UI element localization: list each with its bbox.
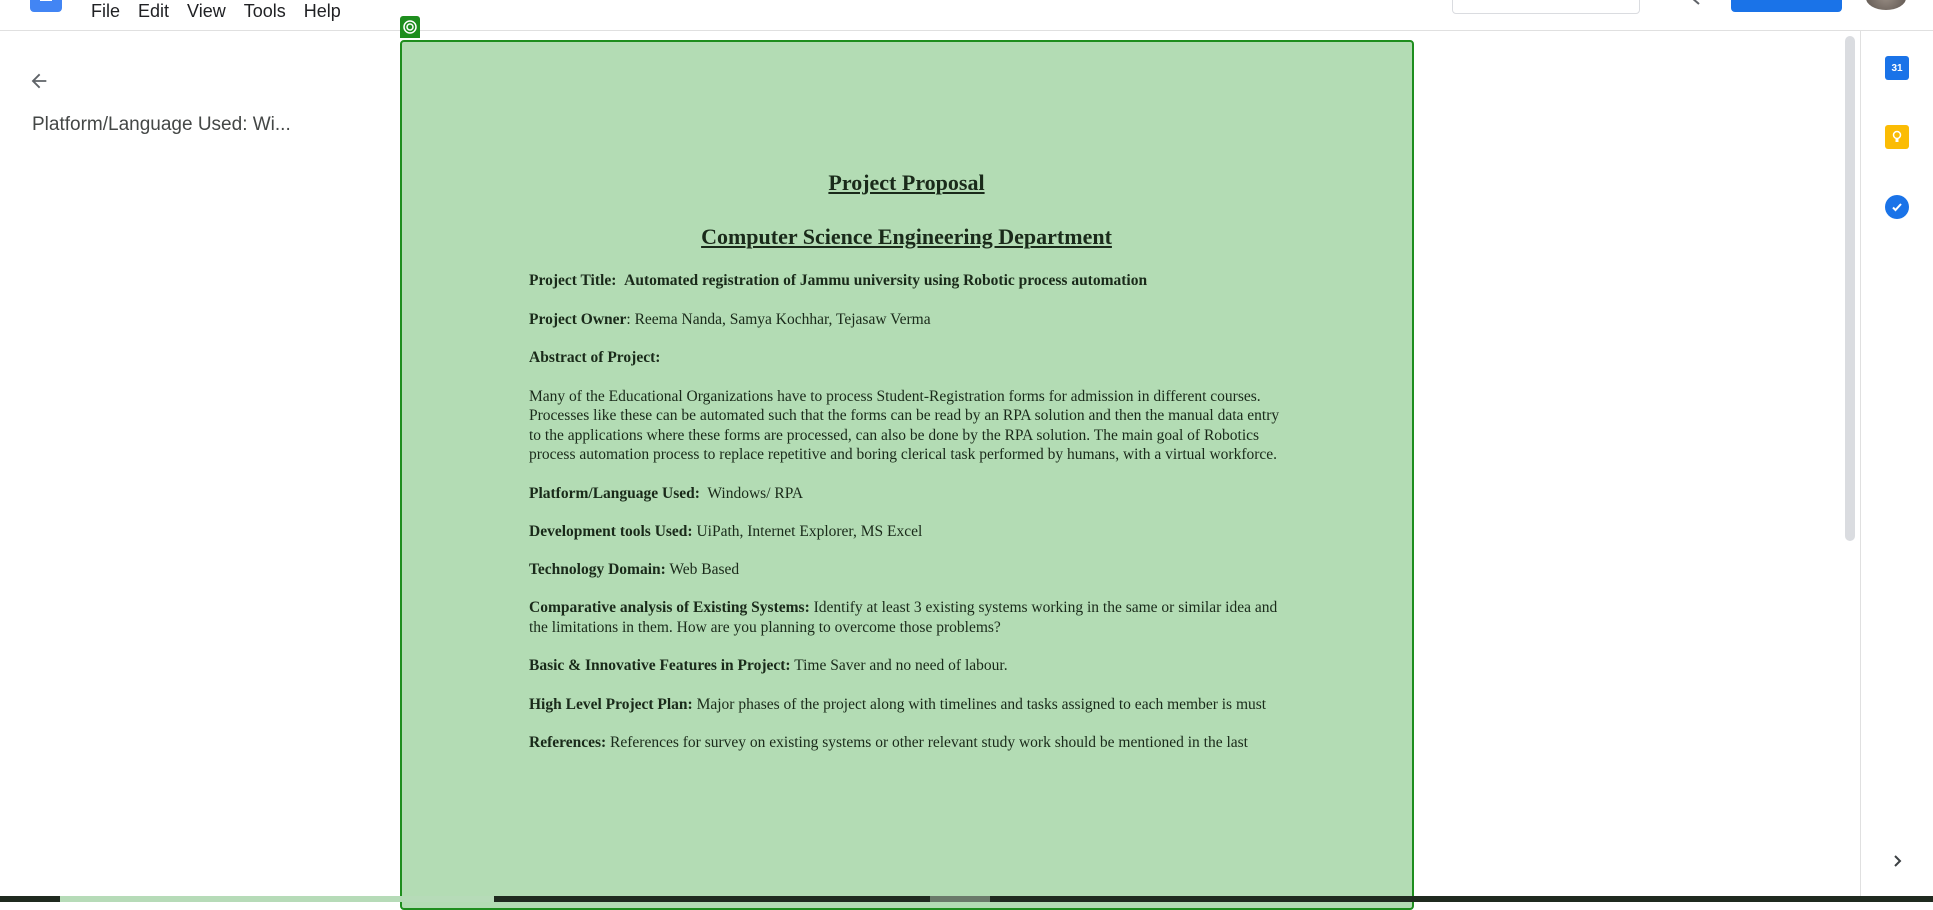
menu-view[interactable]: View [178, 0, 235, 22]
doc-title: Project Proposal [828, 170, 985, 195]
menu-help[interactable]: Help [295, 0, 350, 22]
doc-department: Computer Science Engineering Department [701, 224, 1112, 249]
target-icon[interactable] [400, 16, 420, 38]
taskbar-segment [930, 896, 990, 902]
references-value: References for survey on existing system… [610, 734, 1248, 751]
document-body[interactable]: Project Proposal Computer Science Engine… [529, 170, 1284, 772]
search-icon[interactable] [1690, 0, 1704, 6]
vertical-scrollbar[interactable] [1845, 36, 1855, 541]
project-owner-value: : Reema Nanda, Samya Kochhar, Tejasaw Ve… [626, 310, 931, 328]
features-value: Time Saver and no need of labour. [794, 657, 1008, 674]
abstract-label-line: Abstract of Project: [529, 348, 1284, 368]
chevron-right-icon[interactable] [1886, 850, 1908, 872]
calendar-icon[interactable]: 31 [1885, 56, 1909, 80]
plan-value: Major phases of the project along with t… [696, 695, 1267, 713]
menu-tools[interactable]: Tools [235, 0, 295, 22]
comparative-label: Comparative analysis of Existing Systems… [529, 599, 810, 616]
taskbar [0, 896, 1933, 902]
project-title-line: Project Title: Automated registration of… [529, 271, 1284, 291]
features-label: Basic & Innovative Features in Project: [529, 657, 791, 674]
taskbar-segment [60, 896, 494, 902]
platform-label: Platform/Language Used: [529, 484, 700, 502]
abstract-label: Abstract of Project: [529, 349, 661, 366]
avatar[interactable] [1866, 0, 1906, 10]
tools-value: UiPath, Internet Explorer, MS Excel [696, 523, 923, 540]
domain-line: Technology Domain: Web Based [529, 560, 1284, 580]
project-owner-label: Project Owner [529, 310, 627, 328]
menu-file[interactable]: File [91, 0, 129, 22]
platform-line: Platform/Language Used: Windows/ RPA [529, 484, 1284, 504]
comparative-line: Comparative analysis of Existing Systems… [529, 598, 1284, 637]
tools-label: Development tools Used: [529, 523, 693, 540]
platform-value: Windows/ RPA [707, 484, 804, 502]
project-title-label: Project Title: [529, 272, 617, 289]
abstract-text: Many of the Educational Organizations ha… [529, 387, 1280, 464]
domain-value: Web Based [669, 560, 740, 578]
plan-line: High Level Project Plan: Major phases of… [529, 695, 1284, 715]
project-owner-line: Project Owner: Reema Nanda, Samya Kochha… [529, 310, 1284, 330]
back-arrow-icon[interactable] [24, 66, 54, 96]
search-box[interactable] [1452, 0, 1640, 14]
side-panel-divider [1860, 30, 1861, 900]
tools-line: Development tools Used: UiPath, Internet… [529, 522, 1284, 542]
tasks-icon[interactable] [1885, 195, 1909, 219]
project-title-value: Automated registration of Jammu universi… [624, 272, 1148, 289]
keep-icon[interactable] [1885, 125, 1909, 149]
domain-label: Technology Domain: [529, 560, 666, 578]
top-bar: File Edit View Tools Help [0, 0, 1933, 31]
docs-logo-icon[interactable] [30, 0, 62, 12]
features-line: Basic & Innovative Features in Project: … [529, 656, 1284, 676]
menu-edit[interactable]: Edit [129, 0, 178, 22]
share-button[interactable] [1731, 0, 1842, 12]
outline-heading-item[interactable]: Platform/Language Used: Wi... [32, 114, 291, 136]
plan-label: High Level Project Plan: [529, 695, 693, 713]
menu-bar: File Edit View Tools Help [91, 0, 350, 22]
references-line: References: References for survey on exi… [529, 733, 1284, 753]
references-label: References: [529, 734, 607, 751]
